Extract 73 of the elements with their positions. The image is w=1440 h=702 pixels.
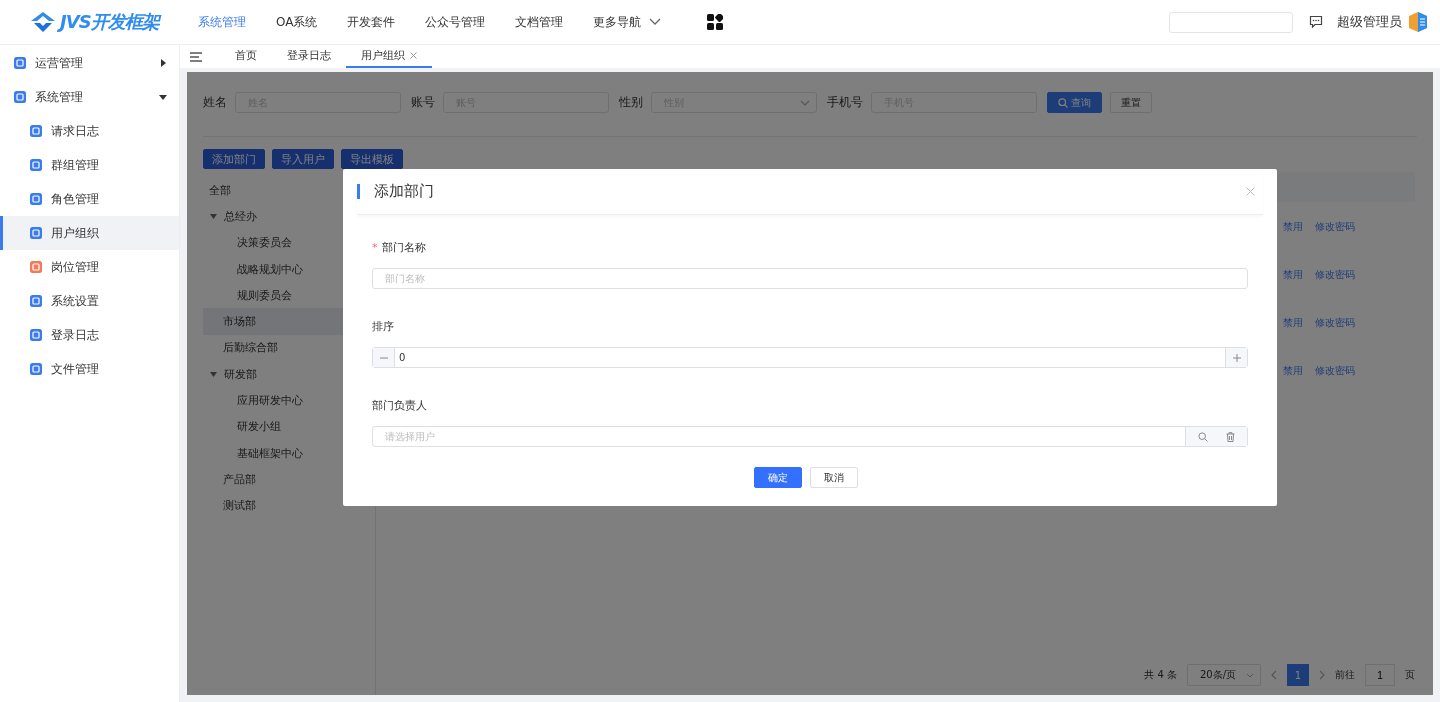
button[interactable]: 重置 [1110,92,1152,113]
title-accent [357,184,360,199]
field-label: 姓名 [203,94,227,111]
tab[interactable]: 登录日志 [272,45,346,68]
chat-icon [1309,15,1323,29]
nav-link[interactable]: OA系统 [276,13,318,31]
action-link[interactable]: 禁用 [1283,220,1303,234]
page-suffix: 页 [1405,668,1415,682]
menu-item[interactable]: 用户组织 [0,216,179,250]
apps-grid-icon [707,14,724,30]
plus-icon [1232,353,1241,362]
tree-node[interactable]: 研发部 [203,361,375,388]
avatar-icon [1408,11,1428,33]
action-link[interactable]: 修改密码 [1315,268,1355,282]
nav-dropdown[interactable]: 更多导航 [593,13,662,31]
nav-link[interactable]: 公众号管理 [425,13,486,31]
button[interactable]: 确定 [754,467,802,488]
menu-item[interactable]: 运营管理 [0,46,179,80]
search-field[interactable] [1169,11,1293,33]
goto-label: 前往 [1335,668,1355,682]
chevron-right-icon [1319,670,1325,680]
chevron-down-icon [649,18,662,26]
chevron-down-icon [1246,672,1254,678]
action-link[interactable]: 禁用 [1283,268,1303,282]
search-icon [1058,97,1068,108]
field-label: 性别 [619,94,643,111]
field-label: 部门名称 [381,239,426,255]
page-button[interactable]: 1 [1287,664,1309,686]
menu-item[interactable]: 文件管理 [0,352,179,386]
nav-link[interactable]: 文档管理 [515,13,564,31]
menu-item[interactable]: 系统管理 [0,80,179,114]
tree-node[interactable]: 总经办 [203,203,375,230]
trash-icon [1226,431,1235,442]
page-size-select[interactable]: 20条/页 [1187,664,1261,686]
button[interactable]: 导出模板 [341,149,403,169]
menu-item[interactable]: 群组管理 [0,148,179,182]
page-input[interactable]: 1 [1365,664,1395,686]
button[interactable]: 查询 [1047,92,1102,113]
action-link[interactable]: 修改密码 [1315,220,1355,234]
action-link[interactable]: 修改密码 [1315,364,1355,378]
close-icon [1246,187,1255,196]
chevron-left-icon [1271,670,1277,680]
button[interactable]: 添加部门 [203,149,265,169]
menu-item[interactable]: 登录日志 [0,318,179,352]
dialog-title: 添加部门 [374,182,435,201]
logo-icon [30,11,56,33]
search-icon [1198,431,1208,442]
action-link[interactable]: 禁用 [1283,316,1303,330]
tab[interactable]: 用户组织 [346,45,432,68]
menu-item[interactable]: 系统设置 [0,284,179,318]
nav-link[interactable]: 系统管理 [198,13,246,31]
nav-link[interactable]: 开发套件 [347,13,396,31]
number-input[interactable]: 0 [372,347,1248,368]
decrement-button[interactable] [373,348,395,367]
button[interactable]: 导入用户 [272,149,334,169]
button[interactable]: 取消 [810,467,858,488]
menu-icon [190,51,202,62]
menu-item[interactable]: 岗位管理 [0,250,179,284]
field-label: 手机号 [827,94,863,111]
required-mark: * [372,240,378,254]
input-field[interactable]: 部门名称 [372,268,1248,289]
action-link[interactable]: 修改密码 [1315,316,1355,330]
menu-item[interactable]: 请求日志 [0,114,179,148]
field-label: 账号 [411,94,435,111]
tab[interactable]: 首页 [220,45,272,68]
increment-button[interactable] [1225,348,1247,367]
field-label: 部门负责人 [372,397,427,413]
field-label: 排序 [372,318,394,334]
user-name[interactable]: 超级管理员 [1337,13,1402,31]
chevron-down-icon [800,99,810,106]
action-link[interactable]: 禁用 [1283,364,1303,378]
total-count: 共 4 条 [1144,668,1177,682]
menu-item[interactable]: 角色管理 [0,182,179,216]
